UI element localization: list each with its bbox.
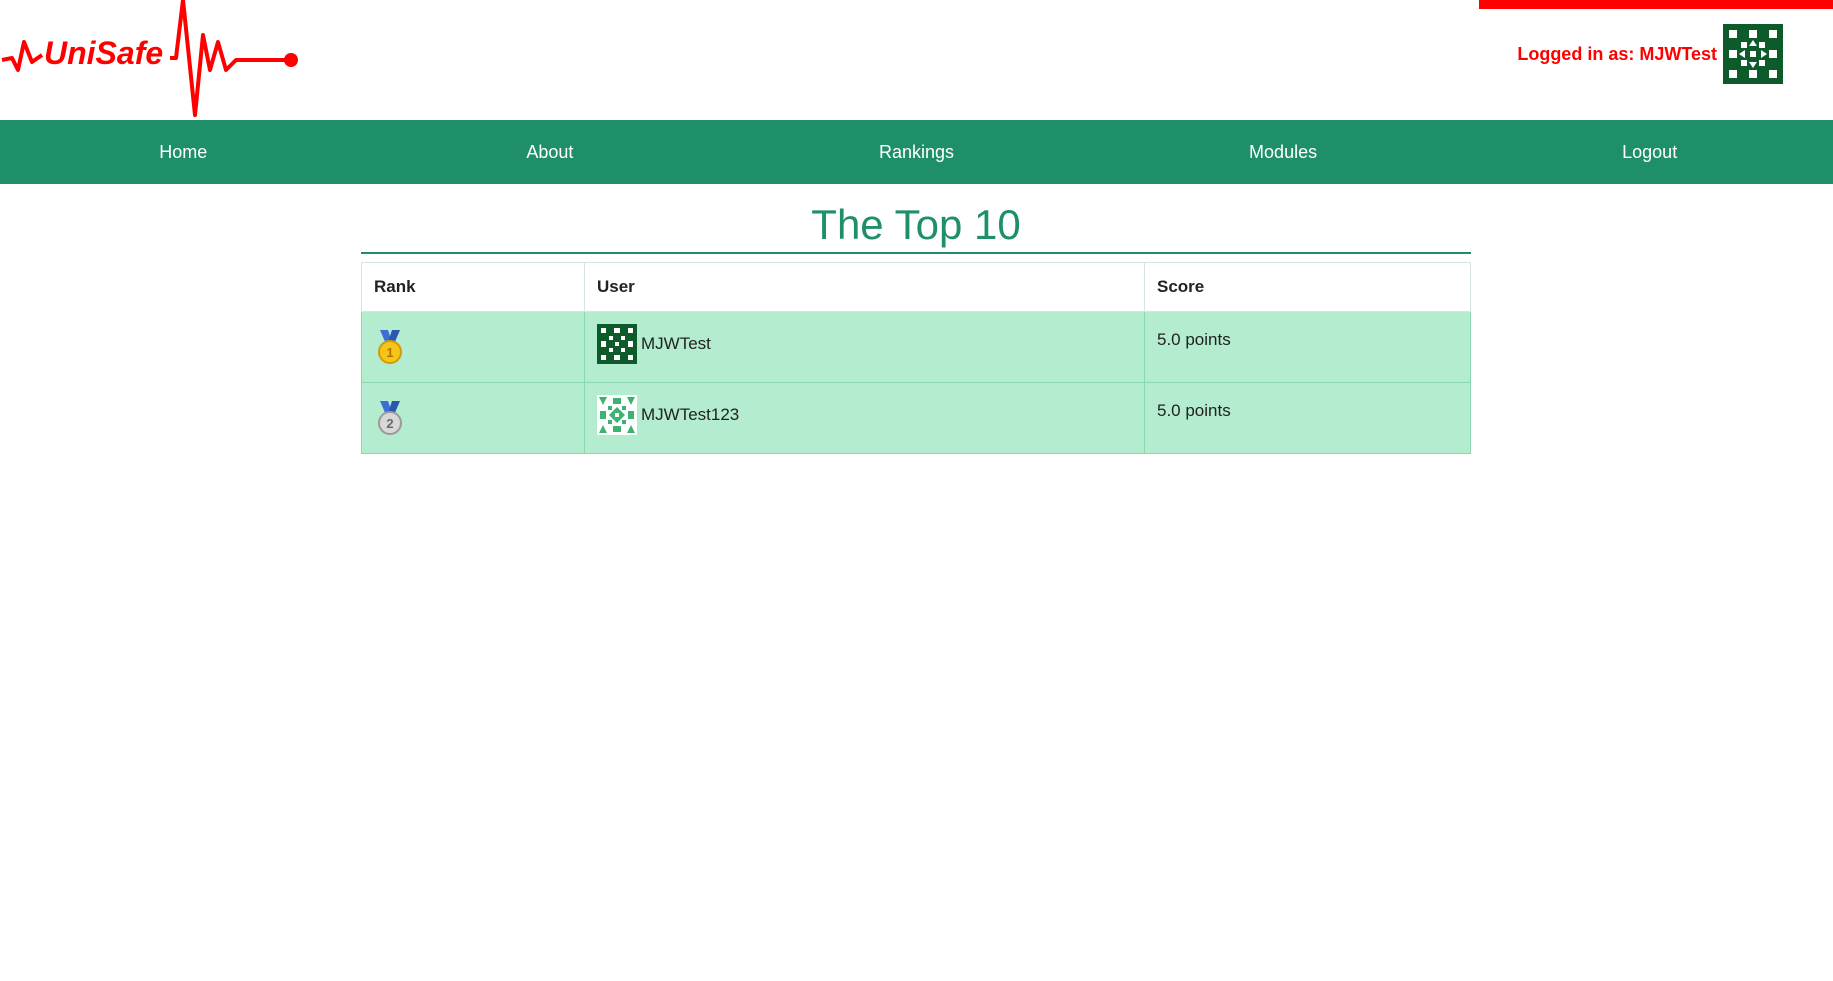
- rank-cell: 1: [361, 311, 585, 383]
- score-cell: 5.0 points: [1144, 382, 1471, 454]
- page-title: The Top 10: [361, 202, 1471, 254]
- username[interactable]: MJWTest: [641, 334, 711, 354]
- header-rank: Rank: [361, 262, 585, 312]
- user-avatar[interactable]: [597, 324, 637, 364]
- rankings-table: Rank User Score 1 MJWTest 5.0 points 2 M…: [361, 262, 1471, 454]
- logged-in-label: Logged in as: MJWTest: [1517, 43, 1717, 64]
- svg-text:1: 1: [386, 345, 393, 360]
- username[interactable]: MJWTest123: [641, 405, 739, 425]
- nav-modules[interactable]: Modules: [1100, 120, 1467, 184]
- user-cell: MJWTest: [584, 311, 1145, 383]
- header-score: Score: [1144, 262, 1471, 312]
- table-row: 1 MJWTest 5.0 points: [361, 311, 1471, 383]
- silver-medal-icon: 2: [378, 401, 402, 435]
- user-cell: MJWTest123: [584, 382, 1145, 454]
- table-header-row: Rank User Score: [361, 262, 1471, 312]
- nav-rankings[interactable]: Rankings: [733, 120, 1100, 184]
- user-avatar[interactable]: [597, 395, 637, 435]
- header-user: User: [584, 262, 1145, 312]
- svg-text:2: 2: [386, 416, 393, 431]
- nav-home[interactable]: Home: [0, 120, 367, 184]
- table-row: 2 MJWTest123 5.0 points: [361, 382, 1471, 454]
- rank-cell: 2: [361, 382, 585, 454]
- top-accent-bar: [1479, 0, 1833, 9]
- score-value: 5.0 points: [1157, 401, 1231, 420]
- gold-medal-icon: 1: [378, 330, 402, 364]
- nav-about[interactable]: About: [367, 120, 734, 184]
- unisafe-logo[interactable]: UniSafe: [0, 0, 300, 118]
- score-value: 5.0 points: [1157, 330, 1231, 349]
- score-cell: 5.0 points: [1144, 311, 1471, 383]
- user-avatar[interactable]: [1723, 24, 1783, 84]
- page: UniSafe Logged in as: MJWTest Home About…: [0, 0, 1833, 981]
- svg-text:UniSafe: UniSafe: [44, 35, 163, 71]
- main-nav: Home About Rankings Modules Logout: [0, 120, 1833, 184]
- user-status: Logged in as: MJWTest: [1517, 24, 1783, 84]
- nav-logout[interactable]: Logout: [1466, 120, 1833, 184]
- header: UniSafe Logged in as: MJWTest: [0, 0, 1833, 120]
- main-content: The Top 10 Rank User Score 1 MJWTest 5.0…: [361, 184, 1471, 454]
